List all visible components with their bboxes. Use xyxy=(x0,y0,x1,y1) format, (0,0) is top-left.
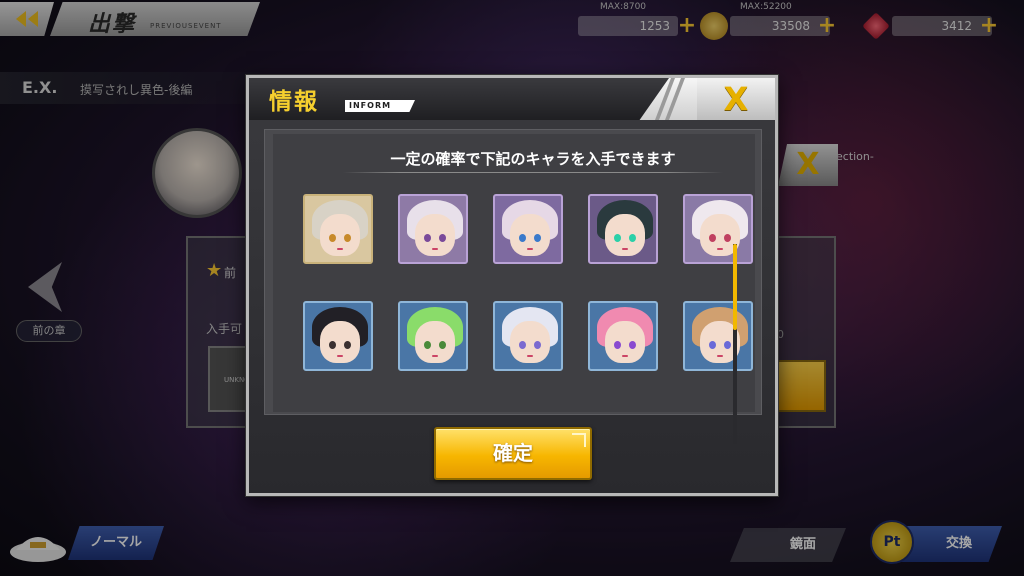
drop-notice: 一定の確率で下記のキャラを入手できます xyxy=(390,150,676,168)
character-eye xyxy=(724,341,731,349)
info-dialog: 情報 INFORM X 一定の確率で下記のキャラを入手できます 確定 xyxy=(246,75,778,496)
character-card[interactable] xyxy=(683,301,753,371)
character-eye xyxy=(344,234,351,242)
character-card[interactable] xyxy=(588,301,658,371)
character-card[interactable] xyxy=(303,301,373,371)
notice-divider xyxy=(343,172,723,173)
scrollbar[interactable] xyxy=(733,244,737,444)
character-eye xyxy=(709,341,716,349)
character-eye xyxy=(329,341,336,349)
character-mouth xyxy=(527,355,533,357)
character-mouth xyxy=(717,355,723,357)
character-eye xyxy=(424,341,431,349)
character-mouth xyxy=(432,248,438,250)
confirm-button[interactable]: 確定 xyxy=(434,427,592,480)
character-card[interactable] xyxy=(493,301,563,371)
dialog-body: 一定の確率で下記のキャラを入手できます xyxy=(264,129,762,444)
character-mouth xyxy=(622,355,628,357)
character-card[interactable] xyxy=(398,301,468,371)
scrollbar-thumb[interactable] xyxy=(733,244,737,330)
character-eye xyxy=(424,234,431,242)
character-eye xyxy=(629,234,636,242)
character-card[interactable] xyxy=(493,194,563,264)
character-eye xyxy=(614,234,621,242)
character-mouth xyxy=(337,248,343,250)
close-button[interactable]: X xyxy=(697,78,775,120)
character-card[interactable] xyxy=(303,194,373,264)
character-eye xyxy=(724,234,731,242)
character-eye xyxy=(534,341,541,349)
header-stripes-icon xyxy=(655,78,685,120)
dialog-tag: INFORM xyxy=(345,100,415,112)
character-eye xyxy=(344,341,351,349)
character-eye xyxy=(629,341,636,349)
character-eye xyxy=(439,341,446,349)
confirm-label: 確定 xyxy=(493,441,533,465)
character-eye xyxy=(519,341,526,349)
character-mouth xyxy=(337,355,343,357)
character-card[interactable] xyxy=(588,194,658,264)
button-corner-icon xyxy=(572,433,586,447)
character-eye xyxy=(439,234,446,242)
character-eye xyxy=(614,341,621,349)
character-card[interactable] xyxy=(683,194,753,264)
character-eye xyxy=(329,234,336,242)
dialog-title: 情報 xyxy=(269,89,319,115)
character-list-panel: 一定の確率で下記のキャラを入手できます xyxy=(273,134,755,444)
character-mouth xyxy=(622,248,628,250)
character-mouth xyxy=(432,355,438,357)
character-mouth xyxy=(527,248,533,250)
character-eye xyxy=(709,234,716,242)
character-eye xyxy=(534,234,541,242)
character-card[interactable] xyxy=(398,194,468,264)
character-mouth xyxy=(717,248,723,250)
character-eye xyxy=(519,234,526,242)
dialog-header: 情報 INFORM X xyxy=(249,78,775,120)
